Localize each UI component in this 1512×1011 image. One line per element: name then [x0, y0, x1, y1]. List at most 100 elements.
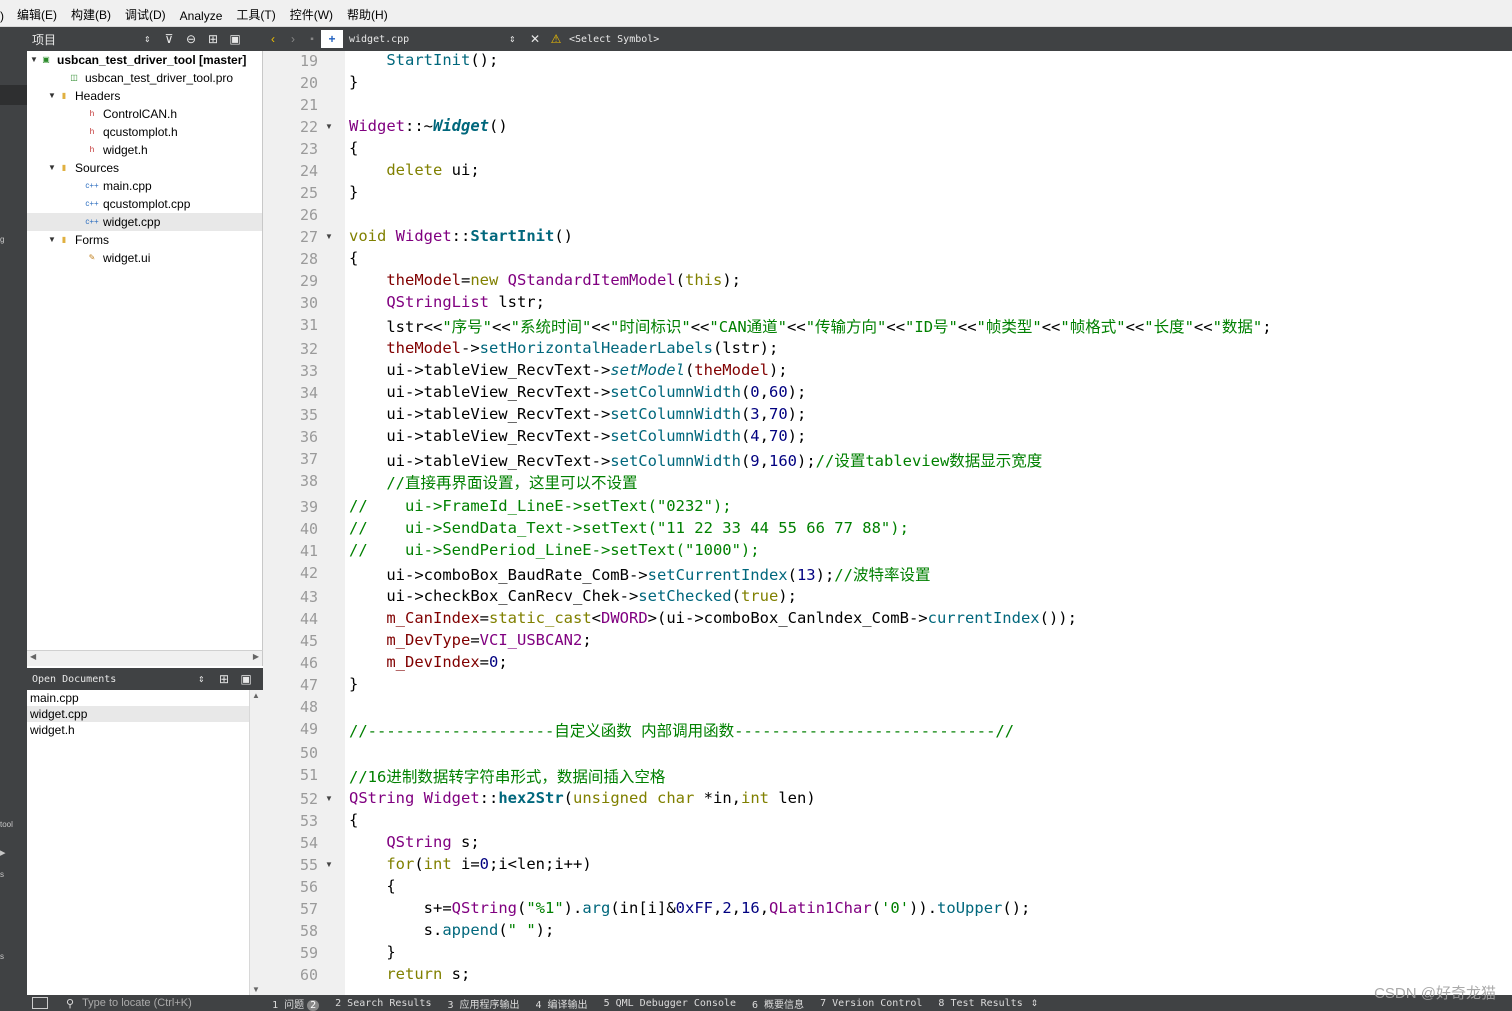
document-selector[interactable]: widget.cpp [349, 34, 509, 45]
code-line[interactable]: ui->tableView_RecvText->setColumnWidth(4… [349, 427, 806, 445]
tree-item-pro-file[interactable]: ◫ usbcan_test_driver_tool.pro [67, 69, 233, 87]
tree-item-header-file[interactable]: h ControlCAN.h [85, 105, 177, 123]
expand-arrow-icon[interactable]: ▼ [47, 231, 57, 249]
code-line[interactable]: for(int i=0;i<len;i++) [349, 855, 591, 873]
code-line[interactable]: s+=QString("%1").arg(in[i]&0xFF,2,16,QLa… [349, 899, 1031, 917]
symbol-selector[interactable]: <Select Symbol> [569, 34, 659, 45]
horizontal-scrollbar[interactable]: ◀ ▶ [27, 650, 263, 666]
code-line[interactable]: ui->comboBox_BaudRate_ComB->setCurrentIn… [349, 563, 930, 585]
close-pane-icon[interactable]: ▣ [224, 32, 246, 46]
tree-item-root[interactable]: ▼ ▣ usbcan_test_driver_tool [master] [29, 51, 246, 69]
open-document-item-selected[interactable]: widget.cpp [27, 706, 249, 722]
open-documents-title[interactable]: Open Documents [32, 674, 198, 685]
code-line[interactable]: } [349, 183, 358, 201]
menu-debug[interactable]: 调试(D) [118, 6, 173, 23]
split-icon[interactable]: ⊞ [202, 32, 224, 46]
code-line[interactable]: ui->checkBox_CanRecv_Chek->setChecked(tr… [349, 587, 797, 605]
fold-marker-icon[interactable]: ▼ [325, 122, 333, 131]
code-line[interactable]: Widget::~Widget() [349, 117, 508, 135]
code-line[interactable]: m_DevIndex=0; [349, 653, 507, 671]
code-line[interactable]: delete ui; [349, 161, 479, 179]
tree-item-header-file[interactable]: h widget.h [85, 141, 148, 159]
tree-item-header-file[interactable]: h qcustomplot.h [85, 123, 178, 141]
tree-item-source-file[interactable]: c++ qcustomplot.cpp [85, 195, 190, 213]
code-line[interactable]: { [349, 877, 395, 895]
tree-item-source-file[interactable]: c++ main.cpp [85, 177, 151, 195]
forward-icon[interactable]: › [283, 32, 303, 46]
code-line[interactable]: s.append(" "); [349, 921, 555, 939]
code-line[interactable]: { [349, 811, 358, 829]
tree-item-forms[interactable]: ▼ ▮ Forms [47, 231, 109, 249]
toggle-sidebar-icon[interactable] [32, 997, 48, 1009]
code-line[interactable]: ui->tableView_RecvText->setColumnWidth(0… [349, 383, 806, 401]
output-tab-general-messages[interactable]: 6 概要信息 [744, 996, 812, 1011]
menu-controls[interactable]: 控件(W) [283, 6, 340, 23]
split-icon[interactable]: ⊞ [212, 672, 236, 686]
code-line[interactable]: ui->tableView_RecvText->setColumnWidth(3… [349, 405, 806, 423]
output-tab-search-results[interactable]: 2 Search Results [327, 998, 439, 1009]
more-tabs-icon[interactable]: ⇕ [1031, 998, 1039, 1009]
scroll-right-icon[interactable]: ▶ [253, 652, 259, 661]
code-line[interactable]: theModel->setHorizontalHeaderLabels(lstr… [349, 339, 778, 357]
locator-input[interactable]: Type to locate (Ctrl+K) [74, 997, 264, 1009]
project-view-selector[interactable]: 项目 [32, 31, 144, 48]
fold-marker-icon[interactable]: ▼ [325, 860, 333, 869]
code-line[interactable]: // ui->SendPeriod_LineE->setText("1000")… [349, 541, 760, 559]
close-document-icon[interactable]: ✕ [525, 32, 545, 46]
code-line[interactable]: } [349, 73, 358, 91]
tree-item-headers[interactable]: ▼ ▮ Headers [47, 87, 120, 105]
code-line[interactable]: QStringList lstr; [349, 293, 545, 311]
code-line[interactable]: //直接再界面设置，这里可以不设置 [349, 471, 637, 493]
menu-edit[interactable]: 编辑(E) [10, 6, 64, 23]
scroll-left-icon[interactable]: ◀ [30, 652, 36, 661]
code-line[interactable]: m_DevType=VCI_USBCAN2; [349, 631, 591, 649]
run-icon[interactable]: ▸ [0, 846, 27, 859]
output-tab-issues[interactable]: 1 问题 2 [264, 996, 327, 1011]
code-line[interactable]: } [349, 675, 358, 693]
menu-build[interactable]: 构建(B) [64, 6, 118, 23]
code-line[interactable]: // ui->FrameId_LineE->setText("0232"); [349, 497, 732, 515]
open-document-item[interactable]: main.cpp [27, 690, 249, 706]
code-line[interactable]: QString s; [349, 833, 479, 851]
code-line[interactable]: { [349, 249, 358, 267]
expand-arrow-icon[interactable]: ▼ [47, 159, 57, 177]
back-icon[interactable]: ‹ [263, 32, 283, 46]
output-tab-qml-debugger[interactable]: 5 QML Debugger Console [596, 998, 744, 1009]
updown-icon[interactable]: ⇕ [144, 35, 158, 44]
tree-item-form-file[interactable]: ✎ widget.ui [85, 249, 151, 267]
filter-icon[interactable]: ⊽ [158, 32, 180, 46]
code-line[interactable]: return s; [349, 965, 470, 983]
menu-tools[interactable]: 工具(T) [229, 6, 282, 23]
expand-arrow-icon[interactable]: ▼ [29, 51, 39, 69]
code-line[interactable]: ui->tableView_RecvText->setColumnWidth(9… [349, 449, 1042, 471]
code-line[interactable]: lstr<<"序号"<<"系统时间"<<"时间标识"<<"CAN通道"<<"传输… [349, 315, 1271, 337]
menu-help[interactable]: 帮助(H) [340, 6, 395, 23]
menu-fragment[interactable]: ) [0, 9, 10, 23]
code-line[interactable]: //--------------------自定义函数 内部调用函数------… [349, 719, 1014, 741]
code-line[interactable]: QString Widget::hex2Str(unsigned char *i… [349, 789, 816, 807]
fold-marker-icon[interactable]: ▼ [325, 794, 333, 803]
code-line[interactable]: //16进制数据转字符串形式，数据间插入空格 [349, 765, 665, 787]
tree-item-sources[interactable]: ▼ ▮ Sources [47, 159, 119, 177]
code-line[interactable]: } [349, 943, 395, 961]
menu-analyze[interactable]: Analyze [173, 9, 230, 23]
code-line[interactable]: m_CanIndex=static_cast<DWORD>(ui->comboB… [349, 609, 1077, 627]
vertical-scrollbar[interactable]: ▲ ▼ [249, 690, 263, 995]
code-editor[interactable]: 19 20 21 22 ▼ 23 24 25 26 27 ▼ 28 29 30 31 32 33 34 35 36 37… [263, 51, 1512, 995]
code-line[interactable]: void Widget::StartInit() [349, 227, 573, 245]
open-document-item[interactable]: widget.h [27, 722, 249, 738]
output-tab-version-control[interactable]: 7 Version Control [812, 998, 930, 1009]
tree-item-source-file-selected[interactable]: c++ widget.cpp [27, 213, 262, 231]
mode-button-edit[interactable] [0, 85, 27, 105]
expand-arrow-icon[interactable]: ▼ [47, 87, 57, 105]
scroll-up-icon[interactable]: ▲ [252, 691, 260, 700]
code-line[interactable]: ui->tableView_RecvText->setModel(theMode… [349, 361, 787, 379]
close-pane-icon[interactable]: ▣ [236, 672, 256, 686]
code-line[interactable]: { [349, 139, 358, 157]
code-line[interactable]: StartInit(); [349, 51, 498, 69]
fold-marker-icon[interactable]: ▼ [325, 232, 333, 241]
link-icon[interactable]: ⊖ [180, 32, 202, 46]
code-line[interactable]: // ui->SendData_Text->setText("11 22 33 … [349, 519, 909, 537]
output-tab-compile-output[interactable]: 4 编译输出 [528, 996, 596, 1011]
updown-icon[interactable]: ⇕ [198, 675, 212, 684]
